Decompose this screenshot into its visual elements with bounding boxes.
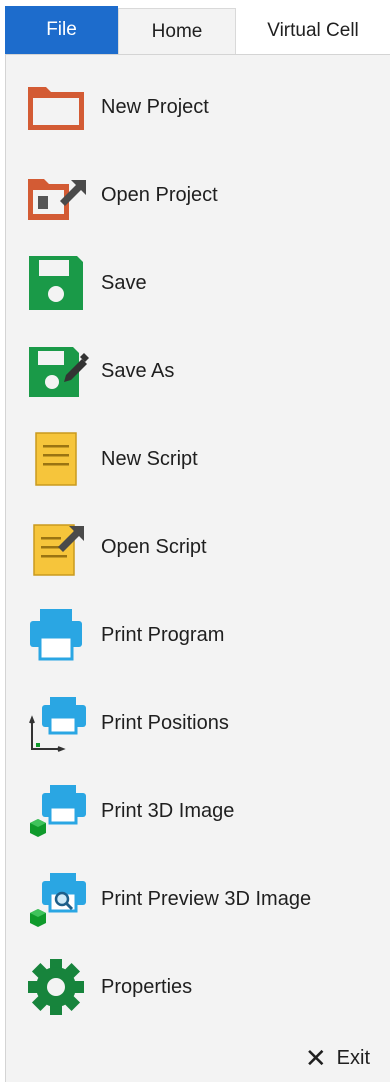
tab-file[interactable]: File (5, 6, 118, 54)
print-preview-3d-image-icon (22, 865, 90, 933)
new-script-icon (22, 425, 90, 493)
tab-virtual-cell[interactable]: Virtual Cell (236, 8, 390, 54)
menu-item-print-3d-image[interactable]: Print 3D Image (6, 769, 390, 853)
menu-item-print-program[interactable]: Print Program (6, 593, 390, 677)
menu-item-label: Print Preview 3D Image (101, 888, 312, 910)
menu-item-label: Open Script (101, 536, 207, 558)
open-script-icon (22, 513, 90, 581)
menu-item-label: Properties (101, 976, 193, 998)
save-icon (22, 249, 90, 317)
menu-item-label: Save As (101, 360, 175, 382)
print-positions-icon (22, 689, 90, 757)
menu-item-open-project[interactable]: Open Project (6, 153, 390, 237)
menu-item-label: Open Project (101, 184, 218, 206)
open-project-icon (22, 161, 90, 229)
menu-item-properties[interactable]: Properties (6, 945, 390, 1029)
menu-item-new-script[interactable]: New Script (6, 417, 390, 501)
menu-item-print-preview-3d-image[interactable]: Print Preview 3D Image (6, 857, 390, 941)
menu-item-print-positions[interactable]: Print Positions (6, 681, 390, 765)
menu-item-label: New Project (101, 96, 209, 118)
menu-item-open-script[interactable]: Open Script (6, 505, 390, 589)
menu-item-label: Print Positions (101, 712, 229, 734)
print-3d-image-icon (22, 777, 90, 845)
close-icon: ✕ (304, 1043, 327, 1073)
menu-item-save[interactable]: Save (6, 241, 390, 325)
gear-icon (22, 953, 90, 1021)
save-as-icon (22, 337, 90, 405)
menu-item-save-as[interactable]: Save As (6, 329, 390, 413)
menu-item-label: Print Program (101, 624, 225, 646)
menu-item-new-project[interactable]: New Project (6, 65, 390, 149)
exit-button[interactable]: ✕ Exit (305, 1040, 370, 1076)
menu-item-label: Save (101, 272, 147, 294)
exit-label: Exit (336, 1046, 370, 1069)
new-project-icon (22, 73, 90, 141)
tab-home[interactable]: Home (118, 8, 236, 54)
menu-item-label: Print 3D Image (101, 800, 235, 822)
menu-item-label: New Script (101, 448, 198, 470)
ribbon-tab-bar: File Home Virtual Cell (0, 0, 390, 54)
print-program-icon (22, 601, 90, 669)
file-menu-panel: New Project Open Project Save Save As Ne… (5, 54, 390, 1082)
